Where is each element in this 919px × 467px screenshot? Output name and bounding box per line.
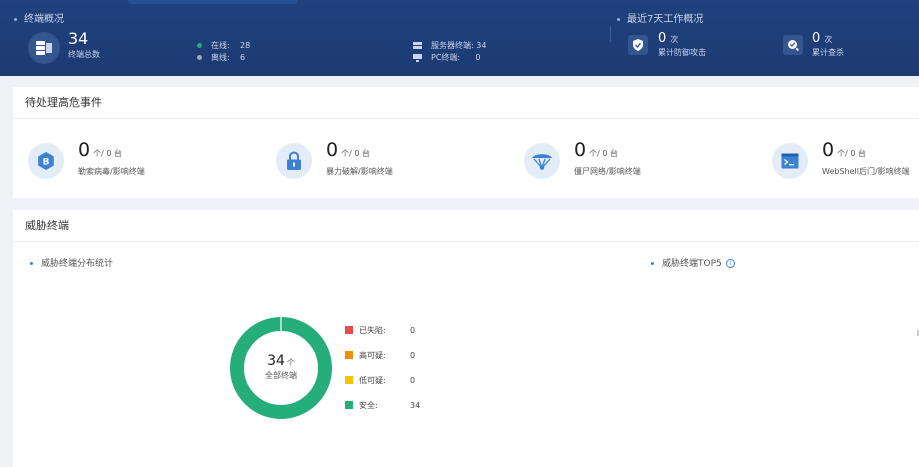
header-tab-hint — [128, 0, 298, 4]
event-count: 0 个/ 0 台 — [822, 139, 866, 161]
event-label: WebShell后门/影响终端 — [822, 167, 910, 176]
scan-count: 0次 — [812, 31, 833, 46]
pc-value: 0 — [475, 53, 481, 62]
event-label: 僵尸网络/影响终端 — [574, 167, 641, 176]
header-divider — [610, 26, 611, 42]
offline-value: 6 — [240, 53, 246, 62]
bullet-dot-icon — [30, 262, 33, 265]
bullet-dot-icon — [617, 17, 620, 21]
legend-swatch — [345, 401, 353, 409]
bullet-dot-icon — [651, 262, 654, 265]
lock-icon — [276, 143, 312, 179]
terminal-icon — [772, 143, 808, 179]
defense-label: 累计防御攻击 — [658, 48, 706, 57]
overview-header: 终端概况 34 终端总数 在线: 28 离线: 6 服务器终端: 34 PC终端… — [0, 0, 919, 76]
bitcoin-icon: B — [28, 143, 64, 179]
legend-value: 0 — [410, 350, 416, 360]
event-label: 暴力破解/影响终端 — [326, 167, 393, 176]
legend-swatch — [345, 351, 353, 359]
top5-title: 威胁终端TOP5 i — [651, 256, 735, 269]
panel-title: 威胁终端 — [13, 210, 919, 242]
legend-low-suspect[interactable]: 低可疑: 0 — [345, 374, 415, 386]
legend-safe[interactable]: 安全: 34 — [345, 399, 420, 411]
event-count: 0 个/ 0 台 — [78, 139, 122, 161]
terminal-total-count: 34 — [68, 29, 89, 48]
server-value: 34 — [476, 41, 487, 50]
defense-count: 0次 — [658, 31, 679, 46]
overview-section-title: 终端概况 — [14, 10, 64, 25]
legend-swatch — [345, 326, 353, 334]
scan-label: 累计查杀 — [812, 48, 844, 57]
server-stat: 服务器终端: 34 — [413, 40, 486, 51]
offline-stat: 离线: 6 — [197, 52, 245, 63]
distribution-title: 威胁终端分布统计 — [30, 256, 113, 269]
legend-value: 0 — [410, 325, 416, 335]
botnet-icon — [524, 143, 560, 179]
event-label: 勒索病毒/影响终端 — [78, 167, 145, 176]
info-icon[interactable]: i — [725, 259, 735, 268]
legend-value: 0 — [410, 375, 416, 385]
terminal-total-icon — [28, 32, 60, 64]
threat-terminals-panel: 威胁终端 威胁终端分布统计 威胁终端TOP5 i 34 个 全部终端 已失陷: 0 … — [13, 210, 919, 467]
svg-text:B: B — [43, 158, 50, 168]
legend-swatch — [345, 376, 353, 384]
legend-value: 34 — [410, 400, 421, 410]
bullet-dot-icon — [14, 17, 17, 21]
online-stat: 在线: 28 — [197, 40, 250, 51]
panel-title: 待处理高危事件 — [13, 87, 919, 119]
pc-stat: PC终端: 0 — [413, 52, 480, 63]
shield-icon — [628, 35, 648, 55]
legend-high-suspect[interactable]: 高可疑: 0 — [345, 349, 415, 361]
scan-icon — [783, 35, 803, 55]
event-count: 0 个/ 0 台 — [326, 139, 370, 161]
legend-compromised[interactable]: 已失陷: 0 — [345, 324, 415, 336]
online-value: 28 — [240, 41, 251, 50]
event-count: 0 个/ 0 台 — [574, 139, 618, 161]
terminal-total-label: 终端总数 — [68, 50, 100, 59]
donut-total: 34 个 — [267, 353, 295, 369]
weekly-section-title: 最近7天工作概况 — [617, 10, 703, 25]
high-risk-events-panel: 待处理高危事件 B 0 个/ 0 台 勒索病毒/影响终端 0 个/ 0 台 暴力破解… — [13, 87, 919, 198]
donut-label: 全部终端 — [265, 371, 297, 380]
server-icon — [413, 41, 422, 49]
online-dot-icon — [197, 43, 202, 48]
pc-icon — [413, 53, 422, 62]
offline-dot-icon — [197, 55, 202, 60]
donut-center: 34 个 全部终端 — [228, 353, 334, 381]
